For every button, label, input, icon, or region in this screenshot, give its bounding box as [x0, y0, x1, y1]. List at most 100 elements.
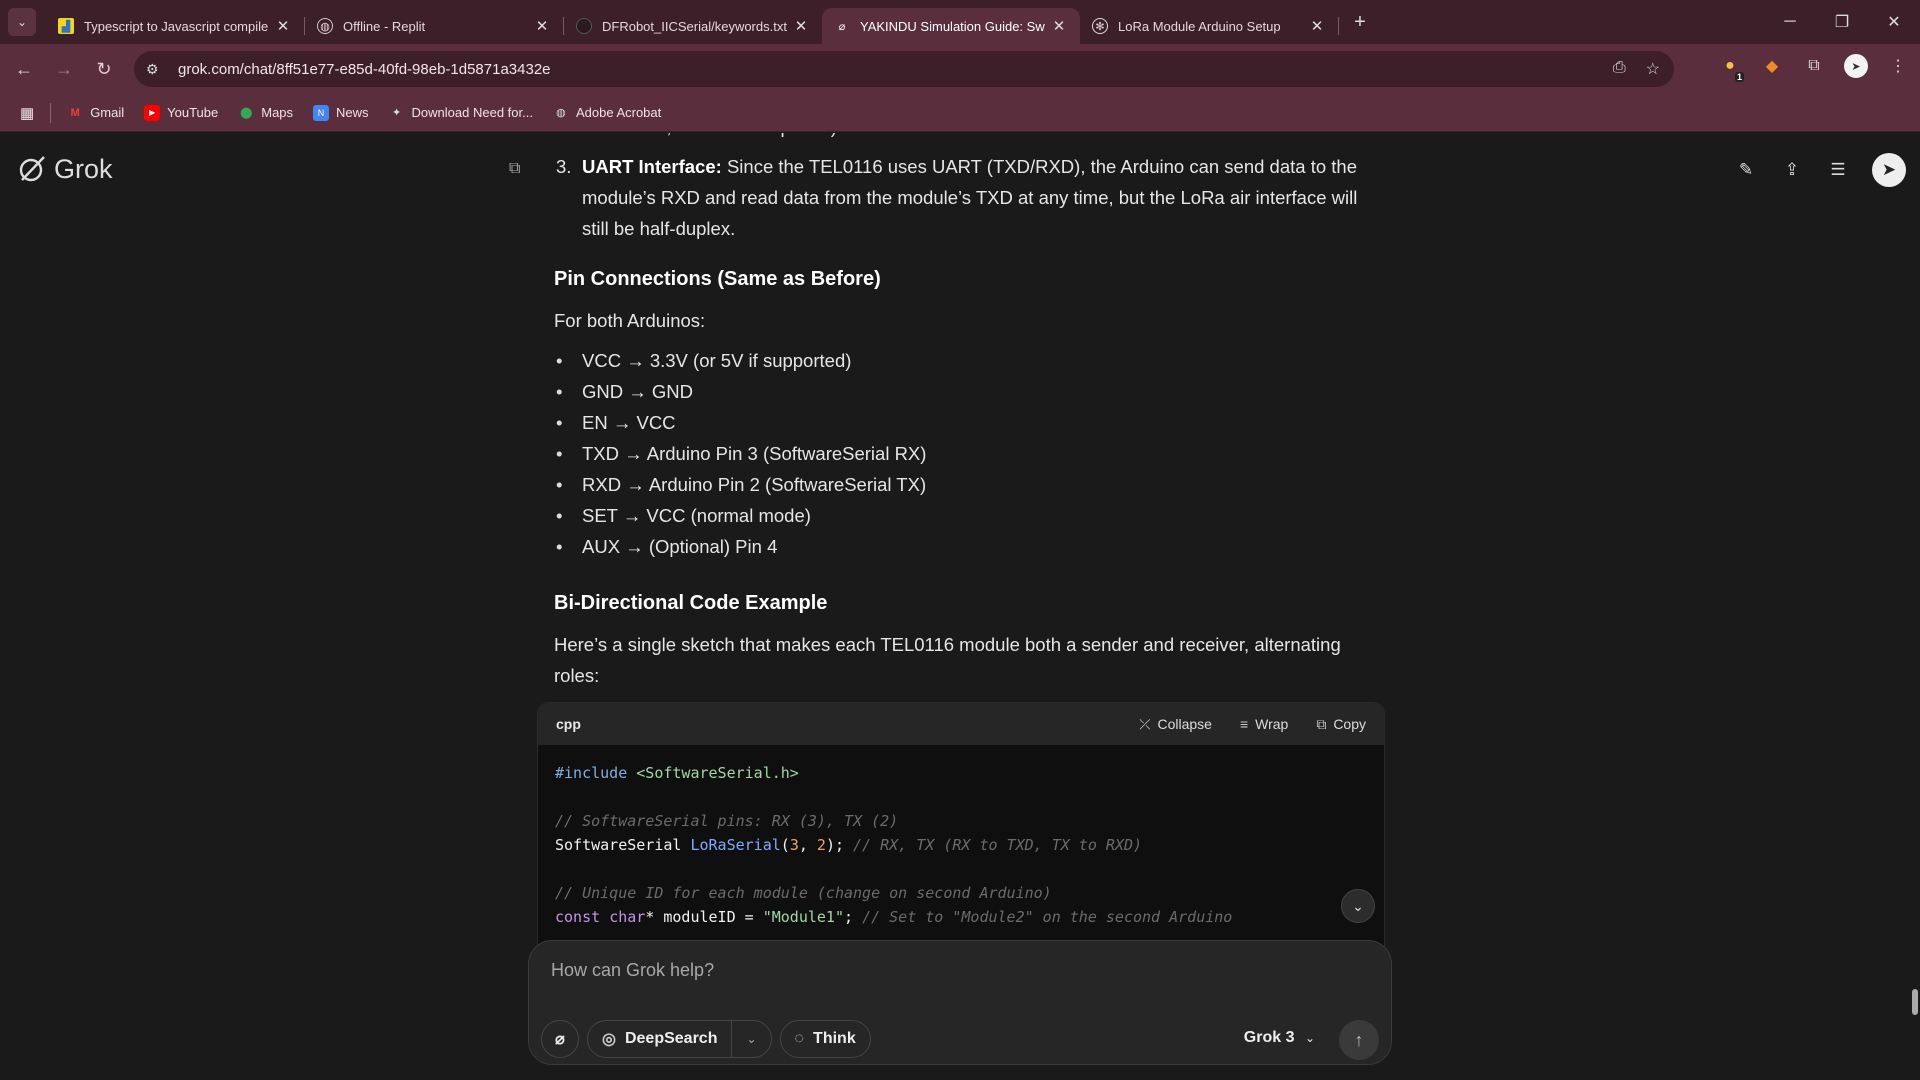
close-tab-icon[interactable]: ✕ — [1050, 17, 1068, 35]
grok-logo-icon — [19, 156, 45, 182]
tab-dfrobot[interactable]: DFRobot_IICSerial/keywords.txt ✕ — [564, 8, 822, 44]
grok-logo[interactable]: Grok — [16, 153, 113, 185]
metamask-fox-icon[interactable]: ◆ — [1760, 54, 1784, 78]
wrap-button[interactable]: ≡ Wrap — [1240, 716, 1288, 732]
list-item: GND → GND — [554, 376, 926, 407]
list-item: SET → VCC (normal mode) — [554, 500, 926, 531]
tab-search-button[interactable]: ⌄ — [8, 8, 36, 36]
github-favicon-icon — [576, 18, 592, 34]
extensions-puzzle-icon[interactable]: ⧉ — [1802, 54, 1826, 78]
grok-page: Grok ⧉ ✎ ⇪ ☰ ➤ 2 seconds, the other resp… — [0, 133, 1920, 1080]
prompt-input[interactable]: How can Grok help? — [551, 960, 714, 981]
profile-avatar[interactable]: ➤ — [1844, 54, 1868, 78]
scroll-to-bottom-button[interactable]: ⌄ — [1341, 889, 1375, 923]
bookmark-download[interactable]: ✦ Download Need for... — [389, 105, 533, 121]
list-item: TXD → Arduino Pin 3 (SoftwareSerial RX) — [554, 438, 926, 469]
list-item: RXD → Arduino Pin 2 (SoftwareSerial TX) — [554, 469, 926, 500]
model-selector[interactable]: Grok 3 ⌄ — [1244, 1029, 1315, 1047]
sidebar-toggle-icon[interactable]: ⧉ — [509, 160, 520, 178]
openai-favicon-icon: ✻ — [1092, 18, 1108, 34]
tab-divider — [1338, 17, 1339, 35]
url-text: grok.com/chat/8ff51e77-e85d-40fd-98eb-1d… — [178, 60, 551, 78]
youtube-icon: ▶ — [144, 104, 161, 121]
back-icon[interactable]: ← — [4, 59, 44, 80]
globe-icon: ◍ — [556, 107, 566, 119]
think-button[interactable]: ◌ Think — [779, 1020, 871, 1058]
chevron-down-icon: ⌄ — [1304, 1031, 1315, 1045]
news-icon: N — [313, 104, 330, 121]
new-chat-edit-icon[interactable]: ✎ — [1734, 158, 1758, 182]
close-tab-icon[interactable]: ✕ — [533, 17, 551, 35]
collapse-icon: ⤫ — [1139, 715, 1151, 732]
address-bar[interactable]: ⚙ grok.com/chat/8ff51e77-e85d-40fd-98eb-… — [134, 51, 1674, 87]
wrap-icon: ≡ — [1239, 716, 1249, 732]
user-avatar[interactable]: ➤ — [1872, 153, 1906, 187]
list-item: EN → VCC — [554, 407, 926, 438]
bookmark-gmail[interactable]: M Gmail — [67, 105, 125, 121]
grok-favicon-icon: ⌀ — [838, 20, 846, 33]
maps-pin-icon: ⬤ — [240, 107, 253, 119]
close-tab-icon[interactable]: ✕ — [274, 17, 292, 35]
reload-icon[interactable]: ↻ — [84, 59, 124, 80]
send-button[interactable]: ↑ — [1339, 1020, 1379, 1060]
collapse-button[interactable]: ⤫ Collapse — [1139, 716, 1212, 733]
numbered-item-3: 3. UART Interface: Since the TEL0116 use… — [556, 156, 1358, 239]
header-actions: ✎ ⇪ ☰ ➤ — [1734, 153, 1906, 187]
item-title: UART Interface: — [582, 156, 722, 177]
site-info-icon[interactable]: ⚙ — [146, 61, 168, 78]
bookmark-youtube[interactable]: ▶ YouTube — [144, 104, 218, 121]
gmail-icon: M — [70, 106, 80, 119]
close-tab-icon[interactable]: ✕ — [792, 17, 810, 35]
apps-grid-icon[interactable]: ▦ — [20, 104, 34, 122]
globe-favicon-icon: ◍ — [317, 18, 333, 34]
history-search-icon[interactable]: ☰ — [1826, 158, 1850, 182]
close-tab-icon[interactable]: ✕ — [1308, 17, 1326, 35]
tab-typescript[interactable]: ▟ Typescript to Javascript compile ✕ — [46, 8, 304, 44]
share-icon[interactable]: ⇪ — [1780, 158, 1804, 182]
tab-replit[interactable]: ◍ Offline - Replit ✕ — [305, 8, 563, 44]
list-item: AUX → (Optional) Pin 4 — [554, 531, 926, 562]
bookmark-star-icon[interactable]: ☆ — [1646, 59, 1660, 79]
bookmark-acrobat[interactable]: ◍ Adobe Acrobat — [553, 105, 661, 121]
browser-toolbar: ← → ↻ ⚙ grok.com/chat/8ff51e77-e85d-40fd… — [0, 44, 1920, 94]
page-scrollbar[interactable] — [1912, 989, 1918, 1015]
lightbulb-icon: ◌ — [794, 1030, 805, 1047]
bookmark-news[interactable]: N News — [313, 104, 369, 121]
bookmark-maps[interactable]: ⬤ Maps — [238, 105, 293, 121]
tab-strip: ⌄ ▟ Typescript to Javascript compile ✕ ◍… — [0, 0, 1920, 44]
game-icon: ✦ — [391, 107, 402, 119]
bookmarks-bar: ▦ M Gmail ▶ YouTube ⬤ Maps N News ✦ Download … — [0, 94, 1920, 132]
pins-heading: Pin Connections (Same as Before) — [554, 268, 881, 290]
paperclip-icon: ⌀ — [555, 1031, 565, 1048]
typescript-favicon-icon: ▟ — [58, 18, 74, 34]
deepsearch-button[interactable]: ◎ DeepSearch ⌄ — [587, 1020, 772, 1058]
copy-button[interactable]: ⧉ Copy — [1316, 716, 1366, 733]
code-heading: Bi-Directional Code Example — [554, 592, 828, 614]
window-controls: ─ ❐ ✕ — [1764, 0, 1920, 44]
tab-yakindu[interactable]: ⌀ YAKINDU Simulation Guide: Sw ✕ — [822, 8, 1080, 44]
close-window-icon[interactable]: ✕ — [1868, 0, 1920, 44]
install-app-icon[interactable]: ⎙ — [1613, 59, 1626, 79]
tab-lora[interactable]: ✻ LoRa Module Arduino Setup ✕ — [1080, 8, 1338, 44]
menu-dots-icon[interactable]: ⋮ — [1886, 54, 1910, 78]
restore-icon[interactable]: ❐ — [1816, 0, 1868, 44]
code-language: cpp — [556, 716, 581, 732]
attach-button[interactable]: ⌀ — [541, 1020, 579, 1058]
extension-badge: 1 — [1734, 72, 1744, 82]
arrow-up-icon: ↑ — [1354, 1029, 1364, 1050]
chat-composer: How can Grok help? ⌀ ◎ DeepSearch ⌄ ◌ Think… — [528, 940, 1392, 1065]
truncated-text: 2 seconds, the other responds). — [582, 133, 842, 142]
new-tab-button[interactable]: + — [1345, 11, 1375, 34]
deepsearch-dropdown-icon[interactable]: ⌄ — [731, 1020, 757, 1058]
deepsearch-icon: ◎ — [602, 1031, 616, 1048]
pins-intro: For both Arduinos: — [554, 310, 706, 331]
bookmark-divider — [50, 102, 52, 123]
pin-list: VCC → 3.3V (or 5V if supported) GND → GN… — [554, 345, 926, 562]
code-header: cpp ⤫ Collapse ≡ Wrap ⧉ Copy — [538, 703, 1384, 745]
code-intro: Here’s a single sketch that makes each T… — [554, 634, 1341, 686]
code-content: #include <SoftwareSerial.h> // SoftwareS… — [555, 764, 1233, 926]
copy-icon: ⧉ — [1316, 715, 1327, 732]
minimize-icon[interactable]: ─ — [1764, 0, 1816, 44]
forward-icon[interactable]: → — [44, 59, 84, 80]
extension-lightbulb-icon[interactable]: ● 1 — [1718, 54, 1744, 82]
